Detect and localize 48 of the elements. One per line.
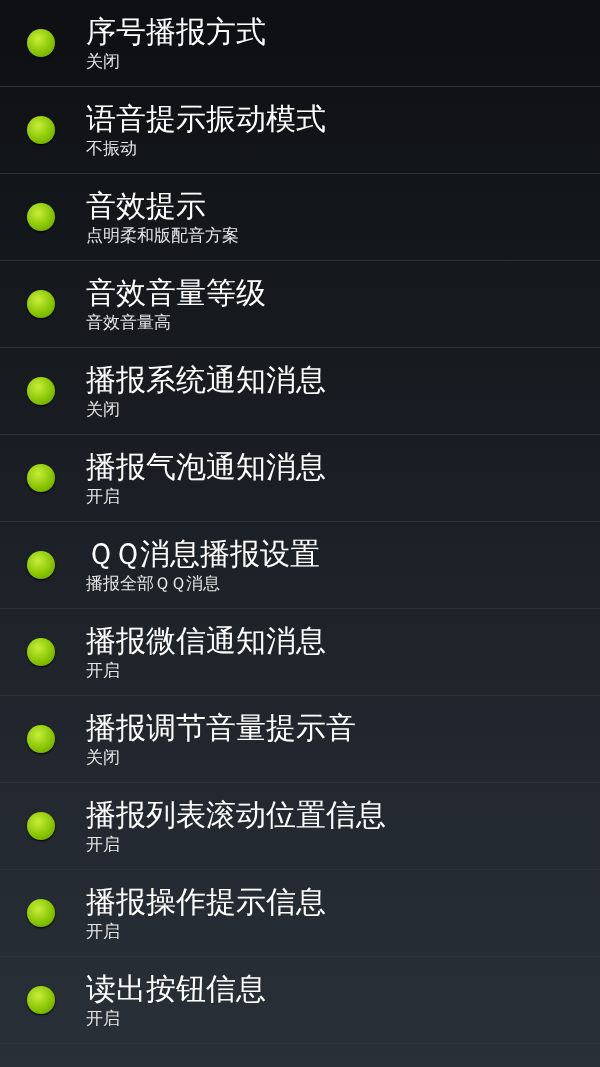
setting-title: 语音提示振动模式 bbox=[86, 101, 326, 137]
setting-title: 播报系统通知消息 bbox=[86, 362, 326, 398]
bullet-icon bbox=[27, 29, 55, 57]
bullet-icon bbox=[27, 377, 55, 405]
setting-row[interactable]: 读出按钮信息 开启 bbox=[0, 957, 600, 1044]
setting-value: 开启 bbox=[86, 485, 121, 507]
setting-row[interactable]: ＱＱ消息播报设置 播报全部ＱＱ消息 bbox=[0, 522, 600, 609]
bullet-icon bbox=[27, 899, 55, 927]
bullet-icon bbox=[27, 986, 55, 1014]
bullet-icon bbox=[27, 116, 55, 144]
bullet-icon bbox=[27, 812, 55, 840]
setting-value: 音效音量高 bbox=[86, 311, 172, 333]
setting-row[interactable]: 音效提示 点明柔和版配音方案 bbox=[0, 174, 600, 261]
setting-title: 播报微信通知消息 bbox=[86, 623, 326, 659]
setting-title: 播报调节音量提示音 bbox=[86, 710, 356, 746]
setting-title: 播报操作提示信息 bbox=[86, 884, 326, 920]
setting-title: 播报列表滚动位置信息 bbox=[86, 797, 386, 833]
setting-row[interactable]: 播报系统通知消息 关闭 bbox=[0, 348, 600, 435]
setting-title: 音效提示 bbox=[86, 188, 207, 224]
bullet-icon bbox=[27, 638, 55, 666]
setting-value: 关闭 bbox=[86, 746, 121, 768]
setting-row[interactable]: 播报操作提示信息 开启 bbox=[0, 870, 600, 957]
setting-value: 开启 bbox=[86, 833, 121, 855]
bullet-icon bbox=[27, 464, 55, 492]
setting-value: 不振动 bbox=[86, 137, 138, 159]
bullet-icon bbox=[27, 551, 55, 579]
setting-title: 音效音量等级 bbox=[86, 275, 266, 311]
setting-title: 读出按钮信息 bbox=[86, 971, 266, 1007]
setting-row[interactable]: 播报调节音量提示音 关闭 bbox=[0, 696, 600, 783]
bullet-icon bbox=[27, 725, 55, 753]
setting-row[interactable]: 播报气泡通知消息 开启 bbox=[0, 435, 600, 522]
setting-value: 关闭 bbox=[86, 50, 121, 72]
bullet-icon bbox=[27, 203, 55, 231]
setting-value: 开启 bbox=[86, 1007, 121, 1029]
setting-value: 开启 bbox=[86, 659, 121, 681]
setting-row[interactable]: 音效音量等级 音效音量高 bbox=[0, 261, 600, 348]
setting-value: 点明柔和版配音方案 bbox=[86, 224, 239, 246]
setting-row[interactable]: 播报微信通知消息 开启 bbox=[0, 609, 600, 696]
setting-title: 播报气泡通知消息 bbox=[86, 449, 326, 485]
setting-row[interactable]: 序号播报方式 关闭 bbox=[0, 0, 600, 87]
setting-value: 开启 bbox=[86, 920, 121, 942]
setting-value: 关闭 bbox=[86, 398, 121, 420]
bullet-icon bbox=[27, 290, 55, 318]
setting-row[interactable]: 语音提示振动模式 不振动 bbox=[0, 87, 600, 174]
setting-title: 序号播报方式 bbox=[86, 14, 266, 50]
setting-title: ＱＱ消息播报设置 bbox=[86, 536, 320, 572]
setting-value: 播报全部ＱＱ消息 bbox=[86, 572, 221, 594]
setting-row[interactable]: 播报列表滚动位置信息 开启 bbox=[0, 783, 600, 870]
